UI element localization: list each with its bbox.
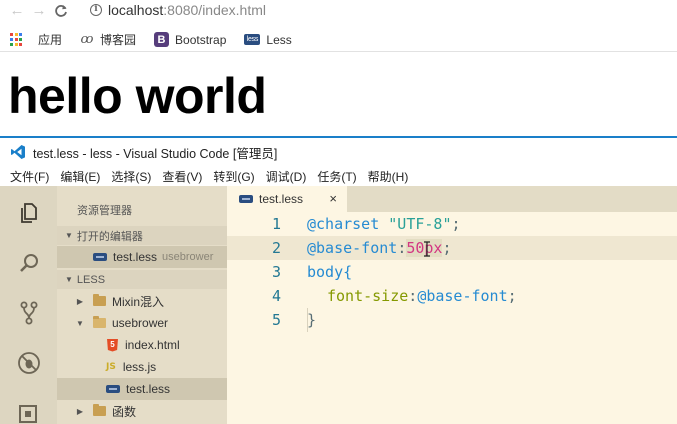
code-line-current: 2 @base-font:50px;	[227, 236, 677, 260]
sidebar-title: 资源管理器	[77, 205, 132, 217]
less-file-icon	[93, 253, 107, 261]
project-header[interactable]: ▼ LESS	[57, 270, 227, 289]
open-editors-header[interactable]: ▼ 打开的编辑器	[57, 226, 227, 245]
folder-icon	[93, 404, 106, 416]
menu-view[interactable]: 查看(V)	[162, 168, 202, 185]
code-line: 1 @charset "UTF-8";	[227, 212, 677, 236]
browser-toolbar: ← → i localhost:8080/index.html	[0, 0, 677, 21]
tab-test-less[interactable]: test.less ×	[227, 186, 347, 212]
line-number: 3	[271, 263, 281, 281]
close-icon[interactable]: ×	[329, 191, 337, 206]
cnblogs-icon: ꝏ	[80, 32, 94, 47]
back-arrow-icon[interactable]: ←	[6, 0, 28, 21]
chevron-down-icon: ▼	[65, 275, 73, 284]
folder-icon	[93, 294, 106, 306]
menu-tasks[interactable]: 任务(T)	[317, 168, 356, 185]
window-title: test.less - less - Visual Studio Code [管…	[33, 146, 278, 161]
url-text: localhost:8080/index.html	[108, 2, 266, 18]
bookmarks-bar: 应用 ꝏ 博客园 B Bootstrap less Less	[0, 28, 677, 52]
tree-item-folder[interactable]: ▶ 函数	[57, 400, 227, 422]
chevron-right-icon: ▶	[76, 296, 84, 306]
address-bar[interactable]: i localhost:8080/index.html	[90, 0, 266, 20]
bookmark-less[interactable]: less Less	[244, 33, 292, 47]
vscode-window: test.less - less - Visual Studio Code [管…	[0, 136, 677, 424]
search-icon[interactable]	[0, 238, 57, 288]
menu-selection[interactable]: 选择(S)	[111, 168, 151, 185]
folder-open-icon	[93, 316, 106, 328]
code-line: 4 font-size:@base-font;	[227, 284, 677, 308]
chevron-down-icon: ▼	[65, 231, 73, 240]
tree-item-file[interactable]: JS less.js	[57, 356, 227, 378]
bookmark-apps[interactable]: 应用	[10, 31, 62, 48]
debug-icon[interactable]	[0, 338, 57, 388]
less-file-icon	[106, 385, 120, 393]
reload-icon[interactable]	[50, 0, 72, 21]
line-number: 2	[271, 239, 281, 257]
explorer-icon[interactable]	[0, 188, 57, 238]
tree-item-folder[interactable]: ▶ Mixin混入	[57, 290, 227, 312]
info-icon[interactable]: i	[90, 4, 102, 16]
line-number: 1	[271, 215, 281, 233]
title-bar: test.less - less - Visual Studio Code [管…	[0, 138, 677, 166]
activity-bar	[0, 186, 57, 424]
line-number: 5	[271, 311, 281, 329]
tab-bar: test.less ×	[227, 186, 677, 212]
vscode-logo-icon	[11, 145, 25, 159]
forward-arrow-icon[interactable]: →	[28, 0, 50, 21]
open-editor-item[interactable]: test.less usebrower	[57, 246, 227, 268]
apps-grid-icon	[10, 33, 23, 46]
tree-item-folder[interactable]: ▼ usebrower	[57, 312, 227, 334]
menu-bar: 文件(F) 编辑(E) 选择(S) 查看(V) 转到(G) 调试(D) 任务(T…	[0, 166, 677, 186]
html5-icon: 5	[107, 338, 118, 352]
bookmark-bootstrap[interactable]: B Bootstrap	[154, 32, 226, 47]
text-cursor-icon	[424, 241, 430, 257]
explorer-sidebar: 资源管理器 ▼ 打开的编辑器 test.less usebrower ▼ LES…	[57, 186, 227, 424]
workbench: 资源管理器 ▼ 打开的编辑器 test.less usebrower ▼ LES…	[0, 186, 677, 424]
menu-goto[interactable]: 转到(G)	[213, 168, 254, 185]
code-line: 3 body{	[227, 260, 677, 284]
bookmark-cnblogs[interactable]: ꝏ 博客园	[80, 31, 137, 48]
tree-item-file[interactable]: 5 index.html	[57, 334, 227, 356]
menu-file[interactable]: 文件(F)	[10, 168, 49, 185]
code-line: 5 }	[227, 308, 677, 332]
editor-area: test.less × 1 @charset "UTF-8"; 2 @base-…	[227, 186, 677, 424]
menu-help[interactable]: 帮助(H)	[368, 168, 409, 185]
page-heading: hello world	[8, 68, 267, 124]
menu-debug[interactable]: 调试(D)	[266, 168, 307, 185]
tree-item-file[interactable]: test.less	[57, 378, 227, 400]
chevron-right-icon: ▶	[76, 406, 84, 416]
less-icon: less	[244, 34, 261, 45]
extensions-icon[interactable]	[0, 388, 57, 424]
code-editor[interactable]: 1 @charset "UTF-8"; 2 @base-font:50px; 3…	[227, 212, 677, 424]
line-number: 4	[271, 287, 281, 305]
source-control-icon[interactable]	[0, 288, 57, 338]
less-file-icon	[239, 195, 253, 203]
menu-edit[interactable]: 编辑(E)	[60, 168, 100, 185]
chevron-down-icon: ▼	[76, 318, 84, 328]
js-icon: JS	[106, 362, 116, 372]
bootstrap-icon: B	[154, 32, 170, 47]
